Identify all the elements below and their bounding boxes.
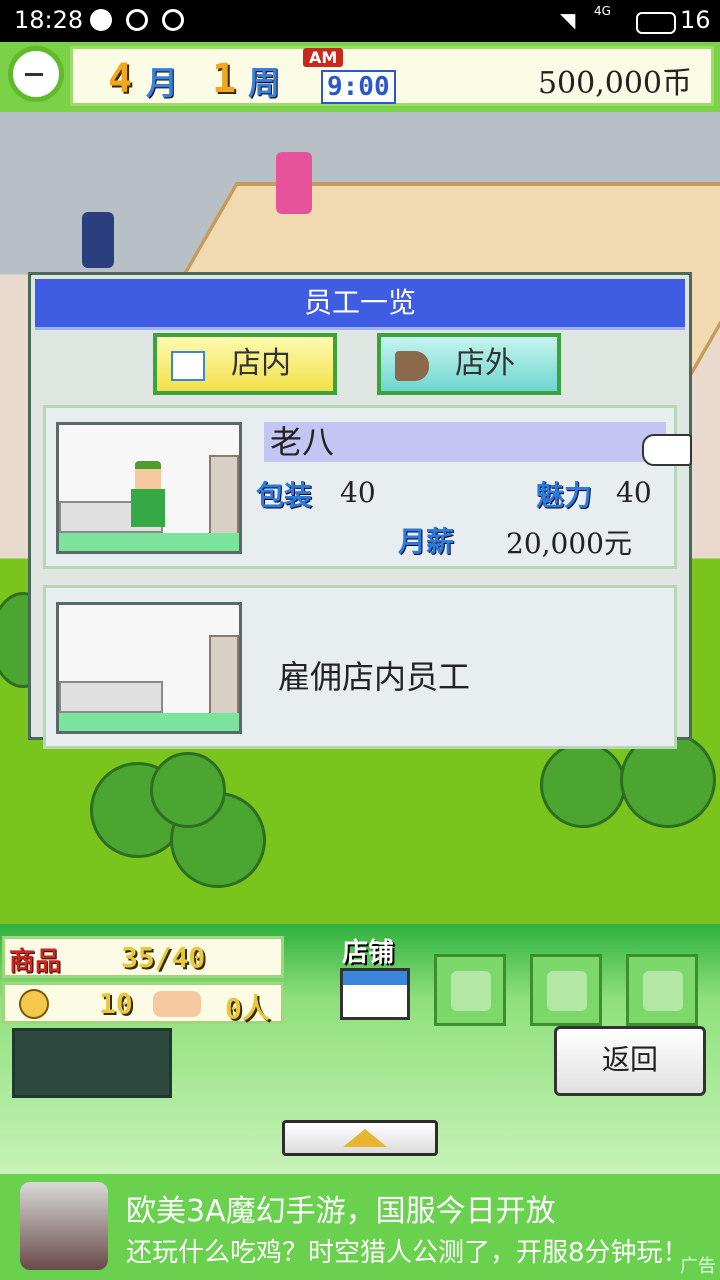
- satisfaction-bar: 10 0人: [2, 982, 284, 1025]
- ad-subtitle: 还玩什么吃鸡？时空猎人公测了，开服8分钟玩！: [126, 1238, 689, 1268]
- arrow-up-icon: [343, 1129, 387, 1147]
- hire-staff-card[interactable]: 雇佣店内员工: [43, 585, 677, 749]
- hud-month: 4: [108, 56, 133, 102]
- staff-name: 老八: [264, 422, 666, 462]
- clock-icon[interactable]: [8, 46, 64, 102]
- hire-staff-label: 雇佣店内员工: [278, 658, 471, 696]
- status-time: 18:28: [14, 6, 84, 34]
- staff-sprite: [131, 461, 165, 531]
- expand-button[interactable]: [282, 1120, 438, 1156]
- goods-bar: 商品 35/40: [2, 936, 284, 978]
- hud-month-unit: 月: [146, 64, 179, 102]
- pointer-hand-icon: [642, 434, 692, 466]
- visitors-value: 0人: [225, 992, 270, 1025]
- back-button[interactable]: 返回: [554, 1026, 706, 1096]
- money-menu-button[interactable]: [434, 954, 506, 1026]
- staff-portrait: [56, 422, 242, 554]
- map-menu-button[interactable]: [626, 954, 698, 1026]
- customer-sprite[interactable]: [276, 152, 312, 214]
- speech-bubble-icon: [547, 971, 587, 1011]
- staff-list-dialog: 员工一览 店内 店外 老八 包装 40 魅力 40 月薪 20,000元 雇佣店…: [28, 272, 692, 749]
- bottom-panel: 商品 35/40 10 0人 店铺 返回: [0, 924, 720, 1174]
- tab-outside-label: 店外: [455, 346, 515, 381]
- shop-label: 店铺: [342, 938, 395, 968]
- money-icon: [451, 971, 491, 1011]
- salary-label: 月薪: [398, 525, 455, 558]
- block-icon: [126, 9, 148, 31]
- goods-value: 35/40: [121, 941, 206, 974]
- stat-packing-value: 40: [340, 476, 376, 509]
- status-bar: 18:28 ◥ 4G 16: [0, 0, 720, 42]
- store-icon: [171, 351, 205, 381]
- ad-tag: 广告: [680, 1256, 716, 1277]
- megaphone-icon: [395, 351, 429, 381]
- stat-packing-label: 包装: [256, 479, 313, 512]
- notification-icon: [90, 9, 112, 31]
- dialog-title: 员工一览: [35, 279, 685, 330]
- wifi-icon: ◥: [560, 8, 576, 32]
- smiley-icon: [19, 989, 49, 1019]
- hud-week-unit: 周: [248, 64, 281, 102]
- tab-outside-store[interactable]: 店外: [377, 333, 561, 395]
- salary-value: 20,000元: [506, 527, 632, 560]
- stat-charm-label: 魅力: [536, 479, 593, 512]
- network-type: 4G: [594, 4, 611, 18]
- ad-avatar: [20, 1182, 108, 1270]
- tab-inside-store[interactable]: 店内: [153, 333, 337, 395]
- battery-level: 16: [680, 6, 711, 34]
- stat-charm-value: 40: [616, 476, 652, 509]
- ad-title: 欧美3A魔幻手游，国服今日开放: [126, 1194, 556, 1229]
- hud-week: 1: [212, 56, 237, 102]
- customer-sprite[interactable]: [82, 212, 114, 268]
- town-icon: [643, 971, 683, 1011]
- check-icon: [162, 9, 184, 31]
- empty-slot-portrait: [56, 602, 242, 734]
- ad-banner[interactable]: 欧美3A魔幻手游，国服今日开放 还玩什么吃鸡？时空猎人公测了，开服8分钟玩！ 广…: [0, 1174, 720, 1280]
- message-menu-button[interactable]: [530, 954, 602, 1026]
- tree: [150, 752, 226, 828]
- info-box: [12, 1028, 172, 1098]
- goods-label: 商品: [9, 947, 62, 977]
- tree: [540, 742, 626, 828]
- satisfaction-value: 10: [99, 987, 133, 1020]
- battery-icon: [636, 12, 676, 34]
- shop-button[interactable]: [340, 968, 410, 1020]
- hud-clock: 9:00: [321, 70, 396, 104]
- visitors-icon: [153, 991, 201, 1017]
- hud-money: 500,000币: [537, 66, 692, 101]
- am-label: AM: [303, 48, 344, 67]
- staff-card[interactable]: 老八 包装 40 魅力 40 月薪 20,000元: [43, 405, 692, 569]
- tab-inside-label: 店内: [231, 346, 291, 381]
